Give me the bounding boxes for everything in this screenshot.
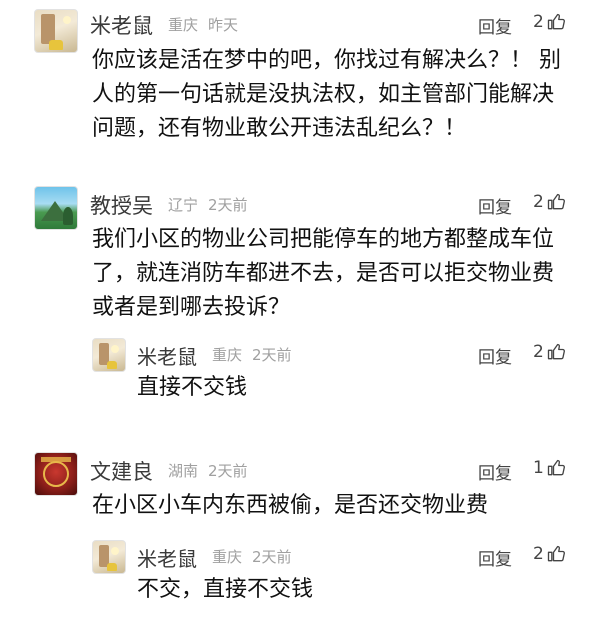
comment-text: 你应该是活在梦中的吧，你找过有解决么？！ 别人的第一句话就是没执法权，如主管部门…	[92, 48, 561, 141]
reply-button[interactable]: 回复	[478, 343, 512, 368]
reply-button[interactable]: 回复	[478, 545, 512, 570]
reply-text: 直接不交钱	[137, 375, 248, 400]
like-button[interactable]: 2	[533, 12, 566, 32]
like-count: 1	[533, 458, 544, 478]
thumbs-up-icon	[547, 545, 565, 562]
username[interactable]: 米老鼠	[90, 10, 153, 40]
username[interactable]: 米老鼠	[137, 543, 197, 572]
reply-button[interactable]: 回复	[478, 13, 512, 38]
avatar[interactable]	[34, 186, 78, 230]
username[interactable]: 教授吴	[90, 190, 153, 220]
comment-time: 2天前	[252, 548, 292, 566]
like-count: 2	[533, 544, 544, 564]
comment-location: 重庆	[168, 16, 199, 34]
like-button[interactable]: 1	[533, 458, 566, 478]
avatar[interactable]	[34, 9, 78, 53]
comment-location: 湖南	[168, 462, 199, 480]
comment-location: 重庆	[212, 548, 243, 566]
comment-time: 昨天	[208, 16, 239, 34]
reply-text: 不交，直接不交钱	[137, 577, 314, 602]
like-button[interactable]: 2	[533, 192, 566, 212]
thumbs-up-icon	[547, 193, 565, 210]
like-button[interactable]: 2	[533, 342, 566, 362]
thumbs-up-icon	[547, 459, 565, 476]
like-count: 2	[533, 192, 544, 212]
like-count: 2	[533, 12, 544, 32]
comment-location: 重庆	[212, 346, 243, 364]
thumbs-up-icon	[547, 13, 565, 30]
comment-time: 2天前	[208, 196, 248, 214]
like-button[interactable]: 2	[533, 544, 566, 564]
avatar[interactable]	[92, 338, 126, 372]
avatar[interactable]	[92, 540, 126, 574]
comment-location: 辽宁	[168, 196, 199, 214]
comment-time: 2天前	[208, 462, 248, 480]
comment-time: 2天前	[252, 346, 292, 364]
comment-text: 在小区小车内东西被偷，是否还交物业费	[92, 493, 489, 518]
like-count: 2	[533, 342, 544, 362]
thumbs-up-icon	[547, 343, 565, 360]
comment-item: 米老鼠 重庆 昨天 回复 2 你应该是活在梦中的吧，你找过有解决么？！ 别人的第…	[0, 0, 600, 170]
username[interactable]: 文建良	[90, 456, 153, 486]
reply-button[interactable]: 回复	[478, 193, 512, 218]
avatar[interactable]	[34, 452, 78, 496]
username[interactable]: 米老鼠	[137, 341, 197, 370]
comment-text: 我们小区的物业公司把能停车的地方都整成车位了，就连消防车都进不去，是否可以拒交物…	[92, 227, 555, 320]
reply-button[interactable]: 回复	[478, 459, 512, 484]
